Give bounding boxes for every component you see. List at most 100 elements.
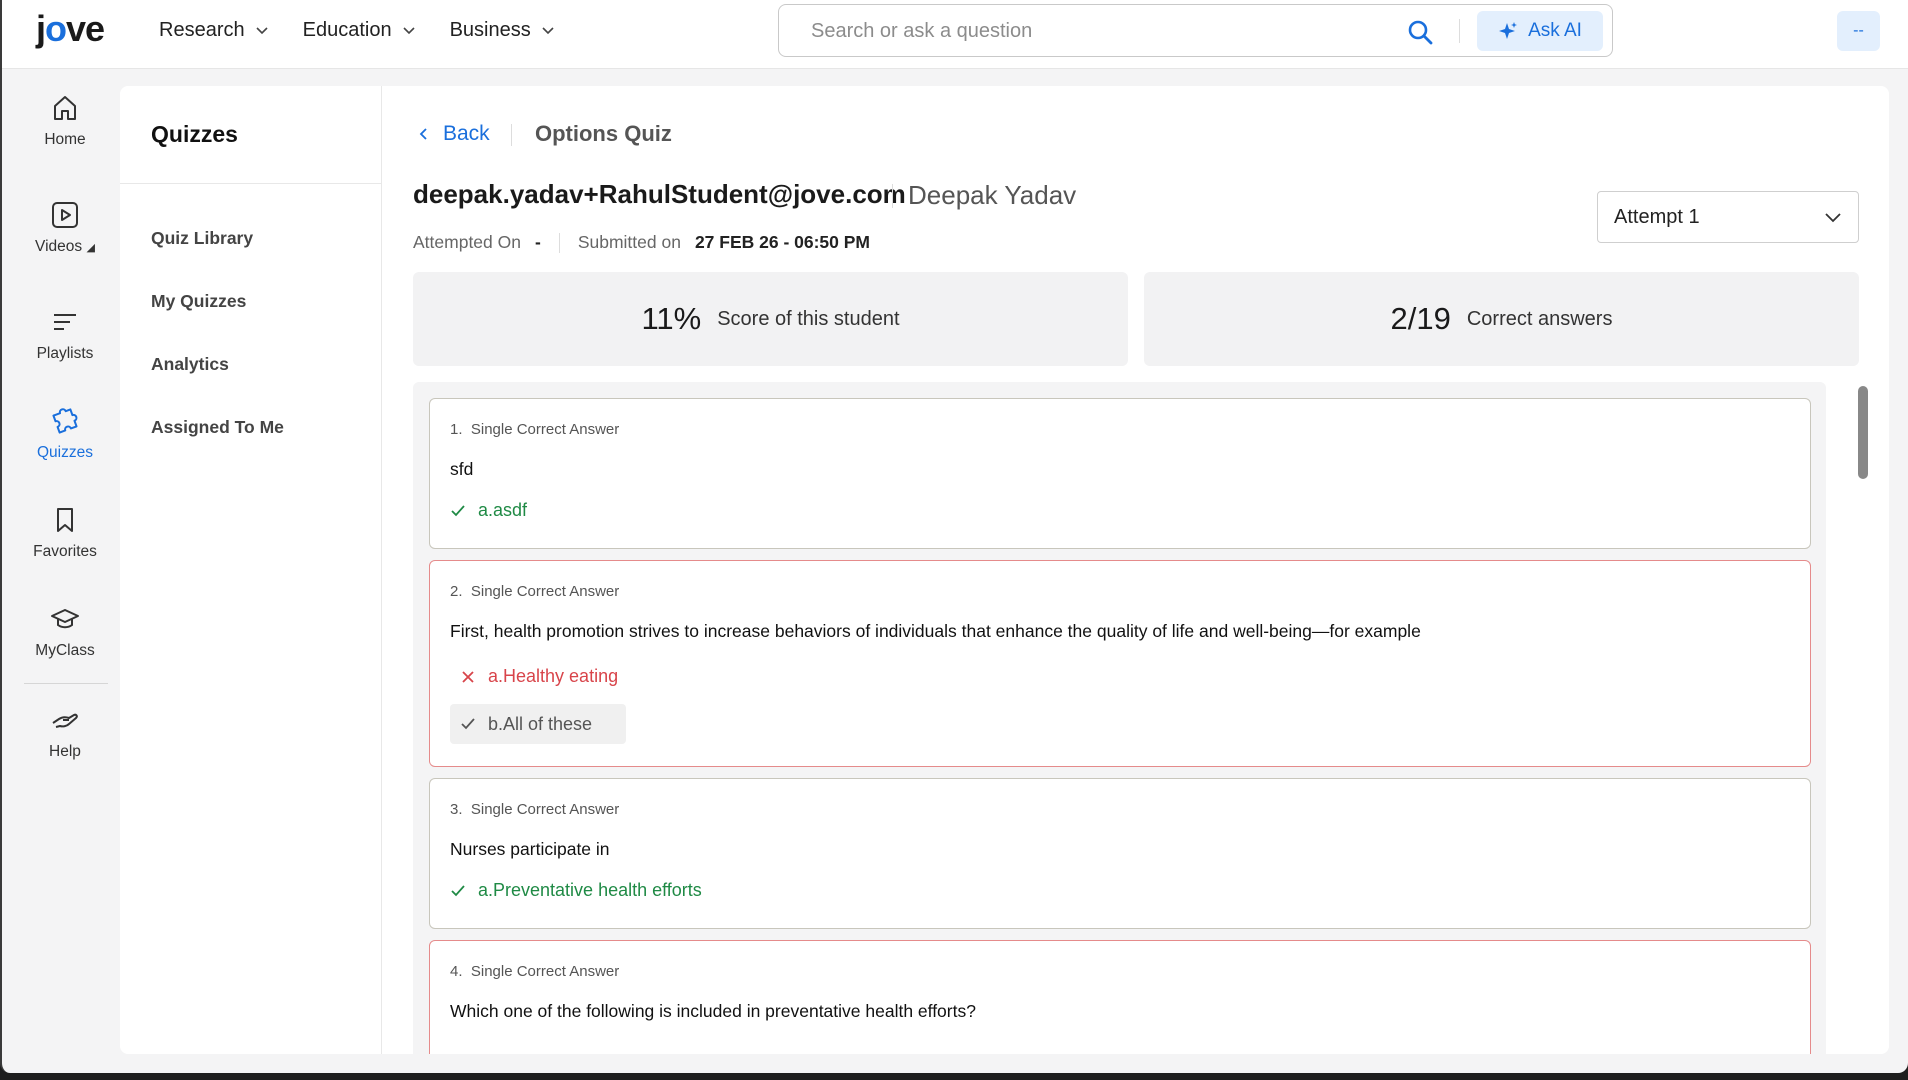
nav-research-label: Research (159, 18, 245, 41)
check-icon (451, 884, 465, 896)
student-name: Deepak Yadav (908, 180, 1077, 210)
nav-business[interactable]: Business (450, 16, 555, 44)
sidebar-item-quiz-library[interactable]: Quiz Library (151, 228, 253, 249)
student-email: deepak.yadav+RahulStudent@jove.com (413, 179, 906, 209)
top-bar: jove Research Education Business Ask AI (2, 0, 1908, 69)
nav-research[interactable]: Research (159, 16, 269, 44)
sidebar-item-analytics[interactable]: Analytics (151, 354, 229, 375)
main-nav: Research Education Business (159, 16, 555, 44)
question-type-label: Single Correct Answer (470, 421, 620, 438)
chevron-down-icon (542, 27, 554, 35)
playlist-icon (54, 314, 76, 330)
sparkle-icon (1499, 22, 1518, 39)
cross-icon (462, 670, 474, 683)
graduation-cap-icon (51, 609, 79, 629)
attempt-select[interactable]: Attempt 1 (1597, 191, 1859, 243)
rail-item-quizzes[interactable]: Quizzes (2, 406, 128, 462)
ask-ai-button[interactable]: Ask AI (1477, 11, 1603, 51)
bookmark-icon (57, 508, 73, 532)
attempted-on-value: - (534, 232, 541, 252)
attempted-on-label: Attempted On (413, 232, 521, 252)
help-hand-icon (52, 713, 78, 728)
nav-education[interactable]: Education (303, 16, 416, 44)
sidebar-item-assigned-to-me[interactable]: Assigned To Me (151, 417, 284, 438)
question-type: 1. Single Correct Answer (450, 421, 619, 438)
answer-option-label: b.All of these (488, 713, 593, 734)
check-icon (461, 718, 475, 730)
puzzle-icon (52, 408, 78, 434)
question-text: Nurses participate in (450, 839, 610, 859)
app-window: jove Research Education Business Ask AI (0, 0, 1908, 1073)
question-list-scrollbar[interactable] (1858, 386, 1868, 479)
rail-item-favorites[interactable]: Favorites (2, 505, 128, 561)
question-card: 3. Single Correct Answer Nurses particip… (429, 778, 1811, 929)
nav-business-label: Business (449, 18, 531, 41)
chevron-down-icon (256, 27, 268, 35)
rail-label-playlists: Playlists (36, 345, 94, 362)
caret-icon: ◢ (86, 242, 95, 254)
avatar[interactable]: -- (1837, 11, 1880, 51)
search-divider (1459, 19, 1460, 43)
rail-label-videos: Videos ◢ (35, 238, 95, 256)
answer-option: a.Healthy eating (450, 666, 618, 687)
back-label: Back (443, 122, 490, 145)
chevron-down-icon (1825, 213, 1841, 223)
logo-letter-o: o (45, 8, 67, 49)
rail-item-playlists[interactable]: Playlists (2, 307, 128, 363)
question-type: 4. Single Correct Answer (450, 963, 619, 980)
question-type: 3. Single Correct Answer (450, 801, 619, 818)
rail-label-help: Help (49, 743, 81, 760)
question-type-label: Single Correct Answer (470, 963, 620, 980)
sidebar-divider (120, 183, 382, 184)
jove-logo[interactable]: jove (36, 8, 105, 50)
correct-answers-value: 2/19 (1390, 301, 1451, 336)
answer-option-label: a.Healthy eating (488, 666, 619, 686)
rail-label-videos-text: Videos (35, 238, 83, 255)
question-list: 1. Single Correct Answer sfd a.asdf 2. S… (413, 382, 1826, 1054)
rail-item-home[interactable]: Home (2, 93, 128, 149)
search-bar: Ask AI (778, 4, 1613, 57)
score-value: 11% (641, 301, 702, 336)
left-rail: Home Videos ◢ Playlists Quizzes Favorite… (2, 69, 118, 1073)
rail-divider (24, 683, 108, 684)
attempt-meta: Attempted On - Submitted on 27 FEB 26 - … (413, 232, 870, 253)
back-button[interactable]: Back (417, 122, 490, 146)
quiz-result-main: Back Options Quiz deepak.yadav+RahulStud… (382, 86, 1889, 1054)
meta-divider (558, 232, 560, 253)
rail-item-myclass[interactable]: MyClass (2, 604, 128, 660)
student-divider (892, 184, 893, 208)
question-text: First, health promotion strives to incre… (450, 621, 1421, 641)
question-card: 2. Single Correct Answer First, health p… (429, 560, 1811, 767)
ask-ai-label: Ask AI (1528, 20, 1582, 41)
breadcrumb-divider (511, 124, 512, 146)
question-card: 1. Single Correct Answer sfd a.asdf (429, 398, 1811, 549)
score-label: Score of this student (717, 307, 900, 330)
question-number: 3. (450, 801, 463, 818)
correct-answers-label: Correct answers (1466, 307, 1613, 330)
answer-option-label: a.asdf (478, 500, 528, 520)
check-icon (451, 504, 465, 516)
video-icon (52, 202, 78, 228)
rail-label-home: Home (44, 131, 86, 148)
question-text: sfd (450, 459, 474, 479)
question-number: 4. (450, 963, 463, 980)
search-icon[interactable] (1405, 17, 1435, 47)
question-type-label: Single Correct Answer (470, 801, 620, 818)
quizzes-panel: Quizzes Quiz Library My Quizzes Analytic… (120, 86, 1889, 1054)
nav-education-label: Education (302, 18, 392, 41)
search-input[interactable] (811, 17, 1371, 45)
submitted-on-value: 27 FEB 26 - 06:50 PM (694, 232, 871, 252)
rail-item-help[interactable]: Help (2, 705, 128, 761)
answer-option: a.Preventative health efforts (450, 880, 702, 901)
answer-option: b.All of these (450, 704, 627, 744)
logo-letter: j (36, 8, 46, 49)
sidebar-title: Quizzes (151, 121, 238, 147)
answer-option-label: a.Preventative health efforts (478, 880, 702, 900)
question-number: 2. (450, 583, 463, 600)
rail-item-videos[interactable]: Videos ◢ (2, 200, 128, 256)
question-card: 4. Single Correct Answer Which one of th… (429, 940, 1811, 1054)
rail-label-favorites: Favorites (33, 543, 97, 560)
question-type-label: Single Correct Answer (470, 583, 620, 600)
rail-label-myclass: MyClass (35, 642, 95, 659)
sidebar-item-my-quizzes[interactable]: My Quizzes (151, 291, 246, 312)
